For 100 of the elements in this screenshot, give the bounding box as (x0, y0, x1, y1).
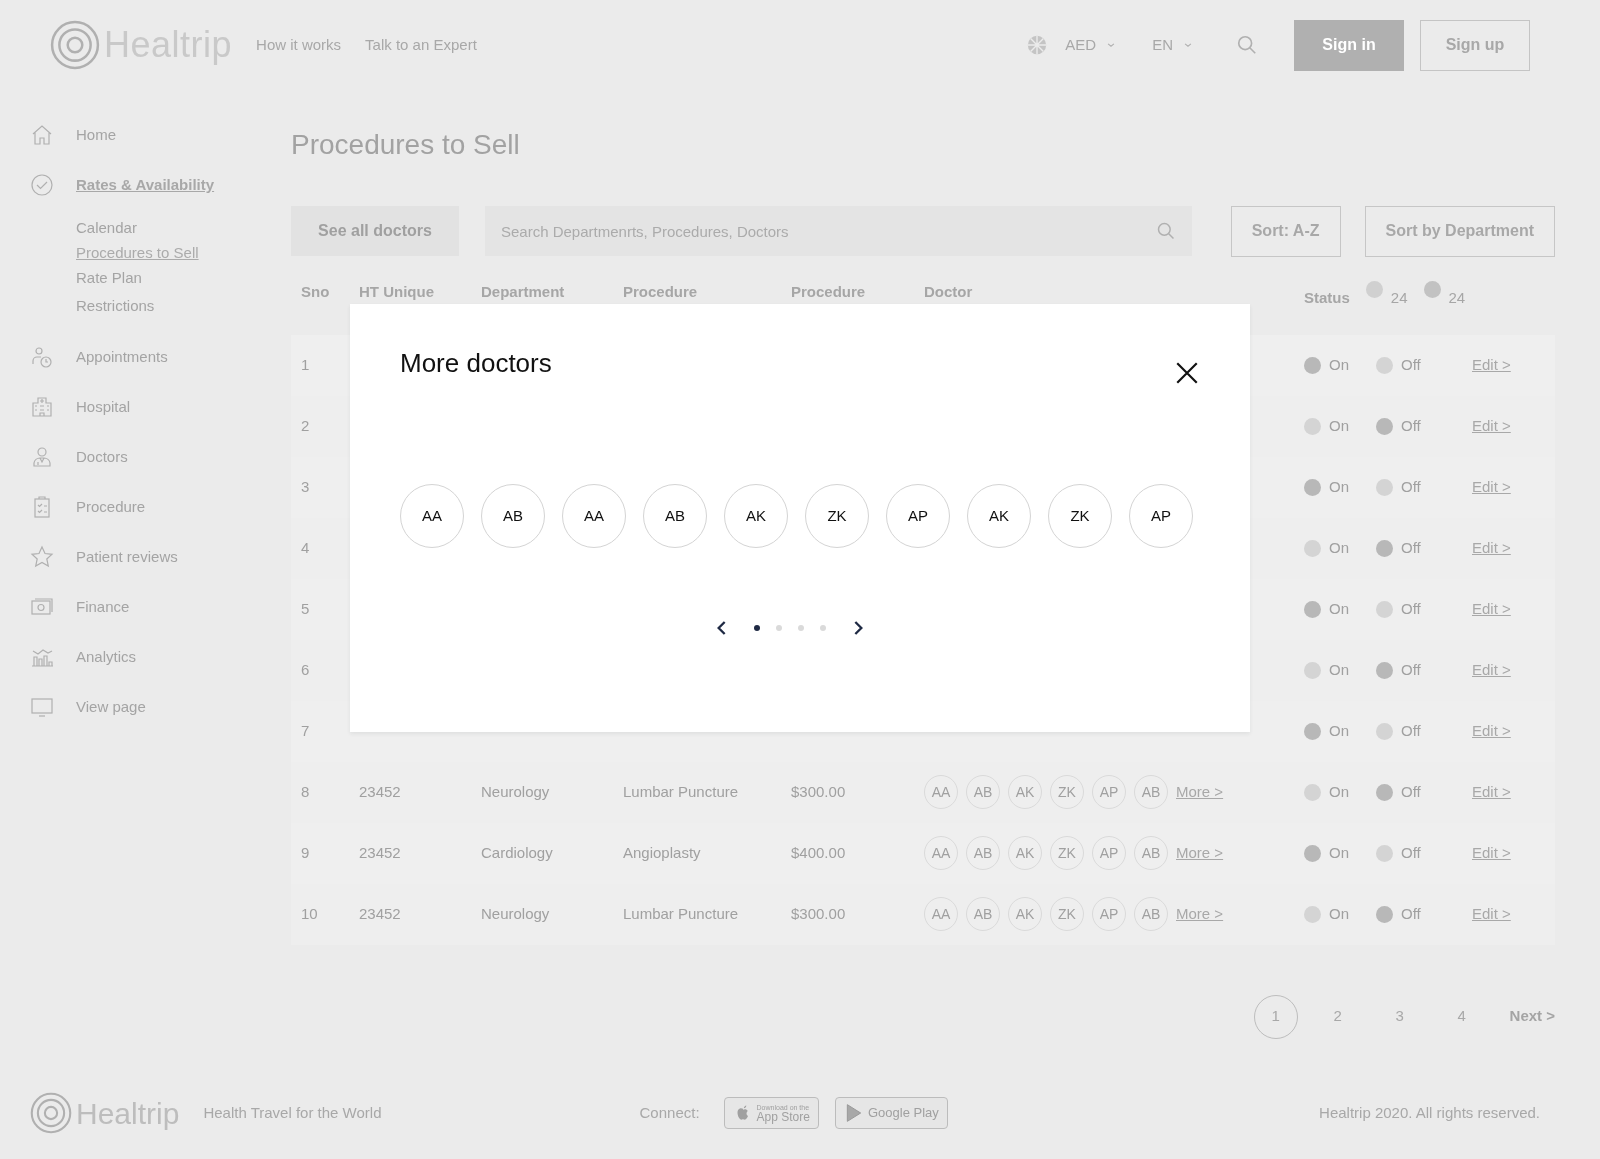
radio-dot[interactable] (1304, 661, 1321, 679)
currency-dropdown[interactable]: AED (1048, 26, 1136, 64)
edit-link[interactable]: Edit > (1472, 416, 1511, 434)
table-cell-text: Angioplasty (623, 842, 702, 863)
globe-icon (1026, 34, 1049, 56)
sidebar-item[interactable]: Rates & Availability (76, 173, 215, 197)
radio-label: Off (1401, 781, 1421, 802)
column-header: Procedure (623, 281, 699, 302)
table-cell-text: $400.00 (791, 842, 847, 863)
nav-link[interactable]: How it works (256, 33, 342, 57)
sidebar-item[interactable]: Analytics (76, 645, 137, 669)
radio-label: On (1329, 842, 1349, 863)
submenu-item[interactable]: Restrictions (76, 292, 155, 320)
pager-dot[interactable] (820, 625, 826, 631)
page-button[interactable]: 2 (1315, 994, 1360, 1039)
edit-link[interactable]: Edit > (1472, 599, 1511, 617)
radio-dot[interactable] (1376, 417, 1393, 435)
edit-link[interactable]: Edit > (1472, 721, 1511, 739)
sign-up-button[interactable]: Sign up (1420, 19, 1530, 71)
radio-label: Off (1401, 537, 1421, 558)
radio-dot[interactable] (1376, 478, 1393, 496)
table-cell-text: Lumbar Puncture (623, 903, 740, 924)
edit-link[interactable]: Edit > (1472, 843, 1511, 861)
radio-dot[interactable] (1304, 600, 1321, 618)
nav-link[interactable]: Talk to an Expert (365, 33, 477, 57)
pager-dot[interactable] (776, 625, 782, 631)
person-clock-icon (30, 345, 54, 369)
column-header: Doctor (924, 281, 974, 302)
more-link[interactable]: More > (1176, 904, 1224, 922)
next-link[interactable]: Next > (1509, 1005, 1555, 1028)
sidebar-item[interactable]: Home (76, 123, 116, 147)
edit-link[interactable]: Edit > (1472, 477, 1511, 495)
radio-dot[interactable] (1304, 417, 1321, 435)
sidebar-item[interactable]: Hospital (76, 395, 131, 419)
close-icon[interactable] (1174, 360, 1200, 386)
tagline: Health Travel for the World (203, 1102, 382, 1123)
edit-link[interactable]: Edit > (1472, 538, 1511, 556)
sort-button[interactable]: Sort: A-Z (1230, 205, 1341, 257)
radio-dot[interactable] (1376, 661, 1393, 679)
sidebar-item[interactable]: Procedure (76, 495, 146, 519)
star-icon (30, 545, 54, 569)
building-icon (30, 395, 54, 419)
table-cell-text: 2 (300, 415, 311, 436)
home-icon (30, 123, 54, 147)
radio-label: Off (1401, 720, 1421, 741)
sidebar-item[interactable]: Doctors (76, 445, 128, 469)
radio-dot[interactable] (1376, 539, 1393, 557)
edit-link[interactable]: Edit > (1472, 355, 1511, 373)
radio-dot[interactable] (1376, 783, 1393, 801)
radio-dot[interactable] (1304, 905, 1321, 923)
pager-dot[interactable] (798, 625, 804, 631)
search-field[interactable]: Search Departmenrts, Procedures, Doctors (485, 206, 1192, 257)
google-play-badge[interactable]: Google Play (834, 1097, 948, 1129)
radio-dot[interactable] (1376, 844, 1393, 862)
submenu-item[interactable]: Procedures to Sell (76, 242, 199, 264)
column-header: HT Unique (359, 281, 435, 302)
radio-label: Off (1401, 842, 1421, 863)
radio-label: On (1329, 537, 1349, 558)
pager-dot[interactable] (754, 625, 760, 631)
table-cell-text: 1 (300, 354, 311, 375)
status-count: 24 (1390, 287, 1408, 308)
sidebar-item[interactable]: View page (76, 695, 146, 719)
sidebar-item[interactable]: Finance (76, 595, 130, 619)
see-all-doctors-button[interactable]: See all doctors (291, 206, 459, 257)
more-link[interactable]: More > (1176, 782, 1224, 800)
column-header: Status (1304, 287, 1350, 308)
table-cell-text: 4 (300, 537, 311, 558)
sort-button[interactable]: Sort by Department (1364, 205, 1555, 257)
radio-label: Off (1401, 354, 1421, 375)
modal-title: More doctors (400, 348, 552, 380)
edit-link[interactable]: Edit > (1472, 782, 1511, 800)
column-header: Sno (300, 281, 331, 302)
radio-dot[interactable] (1304, 844, 1321, 862)
table-cell-text: Neurology (481, 903, 551, 924)
page-button[interactable]: 4 (1439, 994, 1484, 1039)
search-icon[interactable] (1236, 34, 1258, 56)
radio-dot[interactable] (1304, 722, 1321, 740)
radio-dot[interactable] (1304, 539, 1321, 557)
radio-dot[interactable] (1304, 478, 1321, 496)
radio-dot[interactable] (1304, 783, 1321, 801)
radio-dot[interactable] (1304, 356, 1321, 374)
radio-dot[interactable] (1376, 356, 1393, 374)
radio-dot[interactable] (1376, 722, 1393, 740)
more-link[interactable]: More > (1176, 843, 1224, 861)
table-cell-text: 8 (300, 781, 311, 802)
language-dropdown[interactable]: EN (1135, 26, 1212, 64)
edit-link[interactable]: Edit > (1472, 660, 1511, 678)
copyright: Healtrip 2020. All rights reserved. (1319, 1102, 1540, 1123)
submenu-item[interactable]: Rate Plan (76, 264, 142, 292)
radio-label: Off (1401, 476, 1421, 497)
radio-dot[interactable] (1376, 600, 1393, 618)
sidebar-item[interactable]: Patient reviews (76, 545, 178, 569)
sign-in-button[interactable]: Sign in (1294, 19, 1404, 71)
radio-dot[interactable] (1376, 905, 1393, 923)
edit-link[interactable]: Edit > (1472, 904, 1511, 922)
search-icon[interactable] (1156, 221, 1176, 242)
page-button[interactable]: 3 (1377, 994, 1422, 1039)
sidebar-item[interactable]: Appointments (76, 345, 168, 369)
submenu-item[interactable]: Calendar (76, 214, 137, 242)
radio-label: Off (1401, 903, 1421, 924)
